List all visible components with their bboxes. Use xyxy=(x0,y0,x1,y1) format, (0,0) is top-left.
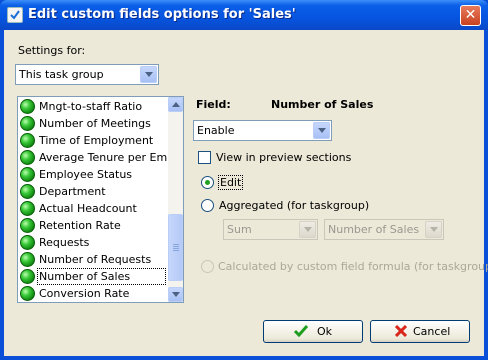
list-item[interactable]: Number of Meetings xyxy=(19,115,167,132)
edit-radio[interactable] xyxy=(201,176,214,189)
green-status-dot-icon xyxy=(20,201,35,216)
aggregate-field-select[interactable]: Number of Sales xyxy=(324,219,444,240)
list-item[interactable]: Time of Employment xyxy=(19,132,167,149)
green-status-dot-icon xyxy=(20,218,35,233)
green-status-dot-icon xyxy=(20,235,35,250)
aggregated-radio[interactable] xyxy=(201,199,214,212)
list-scrollbar[interactable] xyxy=(168,97,183,302)
x-icon xyxy=(395,325,407,337)
green-status-dot-icon xyxy=(20,269,35,284)
close-button[interactable]: ✕ xyxy=(460,5,481,26)
field-label: Field: xyxy=(196,98,231,111)
scroll-thumb[interactable] xyxy=(168,214,183,281)
custom-fields-list[interactable]: Mngt-to-staff Ratio Number of Meetings T… xyxy=(17,96,184,303)
list-item[interactable]: Number of Requests xyxy=(19,251,167,268)
green-status-dot-icon xyxy=(20,116,35,131)
list-item[interactable]: Mngt-to-staff Ratio xyxy=(19,98,167,115)
ok-button[interactable]: Ok xyxy=(263,320,363,343)
green-status-dot-icon xyxy=(20,150,35,165)
check-icon xyxy=(294,325,308,337)
settings-for-label: Settings for: xyxy=(18,44,86,57)
dialog-client: Settings for: This task group Mngt-to-st… xyxy=(4,30,488,356)
close-icon: ✕ xyxy=(464,7,477,23)
chevron-down-icon xyxy=(172,292,180,297)
field-mode-select[interactable]: Enable xyxy=(193,120,332,141)
formula-radio[interactable] xyxy=(201,260,214,273)
field-mode-value: Enable xyxy=(197,124,235,137)
aggregate-field-value: Number of Sales xyxy=(328,223,420,236)
chevron-down-icon[interactable] xyxy=(425,221,442,238)
green-status-dot-icon xyxy=(20,252,35,267)
window-title: Edit custom fields options for 'Sales' xyxy=(28,7,296,22)
green-status-dot-icon xyxy=(20,133,35,148)
cancel-label: Cancel xyxy=(413,325,451,338)
chevron-down-icon[interactable] xyxy=(299,221,316,238)
view-in-preview-label: View in preview sections xyxy=(216,151,352,164)
aggregate-function-value: Sum xyxy=(227,223,252,236)
list-item[interactable]: Requests xyxy=(19,234,167,251)
list-item[interactable]: Average Tenure per Emplo xyxy=(19,149,183,166)
green-status-dot-icon xyxy=(20,99,35,114)
settings-for-select[interactable]: This task group xyxy=(15,64,159,85)
chevron-up-icon xyxy=(172,102,180,107)
aggregated-label: Aggregated (for taskgroup) xyxy=(219,199,370,212)
app-check-icon xyxy=(7,7,23,23)
scroll-down-button[interactable] xyxy=(168,287,183,302)
scroll-up-button[interactable] xyxy=(168,97,183,112)
settings-for-value: This task group xyxy=(19,68,104,81)
list-item[interactable]: Department xyxy=(19,183,167,200)
list-item-selected[interactable]: Number of Sales xyxy=(19,268,167,285)
chevron-down-icon[interactable] xyxy=(313,122,330,139)
green-status-dot-icon xyxy=(20,184,35,199)
list-item[interactable]: Retention Rate xyxy=(19,217,167,234)
aggregate-function-select[interactable]: Sum xyxy=(223,219,318,240)
field-name: Number of Sales xyxy=(271,98,374,111)
edit-label: Edit xyxy=(218,175,244,190)
green-status-dot-icon xyxy=(20,286,35,301)
title-bar[interactable]: Edit custom fields options for 'Sales' ✕ xyxy=(0,0,488,30)
ok-label: Ok xyxy=(317,325,333,338)
list-item[interactable]: Conversion Rate xyxy=(19,285,167,302)
dialog-window: Edit custom fields options for 'Sales' ✕… xyxy=(0,0,488,360)
cancel-button[interactable]: Cancel xyxy=(370,320,470,343)
chevron-down-icon[interactable] xyxy=(140,66,157,83)
list-item[interactable]: Employee Status xyxy=(19,166,167,183)
list-item[interactable]: Actual Headcount xyxy=(19,200,167,217)
formula-label: Calculated by custom field formula (for … xyxy=(218,260,488,273)
view-in-preview-checkbox[interactable] xyxy=(198,151,211,164)
green-status-dot-icon xyxy=(20,167,35,182)
